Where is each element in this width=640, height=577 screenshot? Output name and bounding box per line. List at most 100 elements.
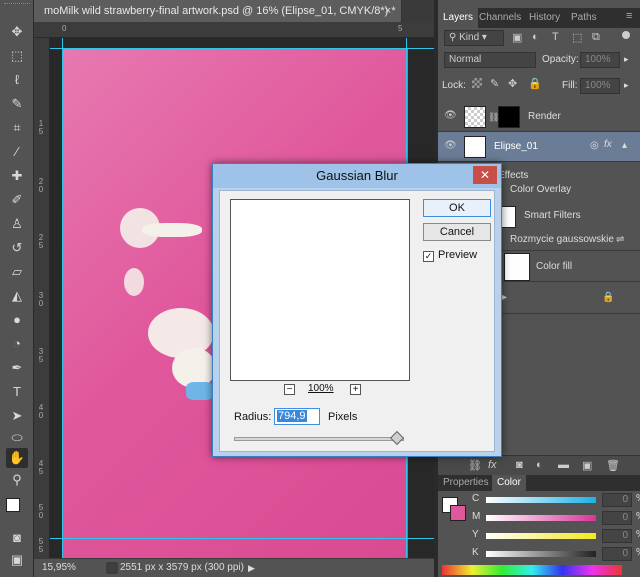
- group-arrow-icon[interactable]: ▸: [502, 292, 507, 303]
- lock-all-icon[interactable]: 🔒: [528, 77, 542, 90]
- tab-layers[interactable]: Layers: [438, 8, 479, 28]
- quick-mask-icon[interactable]: ◙: [6, 528, 28, 548]
- cancel-button[interactable]: Cancel: [423, 223, 491, 241]
- status-arrow-icon[interactable]: ▶: [248, 559, 255, 577]
- move-tool-icon[interactable]: ✥: [6, 22, 28, 42]
- vertical-ruler[interactable]: 1 5 2 0 2 5 3 0 3 5 4 0 4 5 5 0 5 5: [34, 38, 50, 558]
- filter-options-icon[interactable]: ⇌: [616, 228, 624, 252]
- brush-tool-icon[interactable]: ✐: [6, 190, 28, 210]
- opacity-dropdown-icon[interactable]: ▸: [624, 54, 629, 65]
- fill-input[interactable]: 100%: [580, 78, 620, 94]
- layers-footer: ⛓ fx ◙ ◐ ▬ ▣ 🗑: [438, 455, 640, 475]
- stamp-tool-icon[interactable]: ♙: [6, 214, 28, 234]
- panel-menu-icon[interactable]: ≡: [626, 10, 632, 22]
- pen-tool-icon[interactable]: ✒: [6, 358, 28, 378]
- zoom-tool-icon[interactable]: ⚲: [6, 470, 28, 490]
- path-select-tool-icon[interactable]: ➤: [6, 406, 28, 426]
- cyan-value-input[interactable]: 0: [602, 493, 632, 507]
- new-layer-icon[interactable]: ▣: [582, 459, 592, 472]
- filter-shape-icon[interactable]: ⬚: [572, 31, 582, 44]
- radius-slider-thumb[interactable]: [389, 430, 405, 446]
- zoom-level[interactable]: 15,95%: [42, 559, 76, 577]
- adjustment-layer-icon[interactable]: ◐: [536, 459, 543, 471]
- link-layers-icon[interactable]: ⛓: [468, 459, 482, 472]
- document-tab[interactable]: moMilk wild strawberry-final artwork.psd…: [34, 0, 402, 22]
- tab-paths[interactable]: Paths: [566, 8, 602, 28]
- marquee-tool-icon[interactable]: ⬚: [6, 46, 28, 66]
- collapse-arrow-icon[interactable]: ▴: [622, 140, 627, 151]
- quick-select-tool-icon[interactable]: ✎: [6, 94, 28, 114]
- zoom-out-button[interactable]: −: [284, 384, 295, 395]
- tab-history[interactable]: History: [524, 8, 565, 28]
- radius-slider-track[interactable]: [234, 437, 404, 441]
- color-spectrum-ramp[interactable]: [442, 565, 622, 575]
- lock-position-icon[interactable]: ✥: [508, 77, 517, 90]
- add-style-icon[interactable]: fx: [488, 459, 497, 471]
- lock-transparency-icon[interactable]: [472, 78, 482, 88]
- history-brush-tool-icon[interactable]: ↺: [6, 238, 28, 258]
- screen-mode-icon[interactable]: ▣: [6, 550, 28, 570]
- layer-mask-thumbnail[interactable]: [498, 106, 520, 128]
- layer-row-selected[interactable]: 👁 Elipse_01 ◎ fx ▴: [438, 132, 640, 162]
- lock-pixels-icon[interactable]: ✎: [490, 77, 499, 90]
- dodge-tool-icon[interactable]: ◔: [6, 334, 28, 354]
- black-slider[interactable]: [486, 551, 596, 557]
- tab-properties[interactable]: Properties: [438, 475, 494, 491]
- zoom-in-button[interactable]: +: [350, 384, 361, 395]
- preview-checkbox[interactable]: ✓: [423, 251, 434, 262]
- healing-tool-icon[interactable]: ✚: [6, 166, 28, 186]
- shape-tool-icon[interactable]: ⬭: [6, 428, 28, 448]
- background-color-swatch[interactable]: [450, 505, 466, 521]
- fx-icon[interactable]: fx: [604, 139, 612, 150]
- preview-zoom-value: 100%: [308, 383, 334, 394]
- gradient-tool-icon[interactable]: ◭: [6, 286, 28, 306]
- radius-input[interactable]: 794,9: [274, 408, 320, 425]
- yellow-slider[interactable]: [486, 533, 596, 539]
- hand-tool-icon[interactable]: ✋: [6, 448, 28, 468]
- layer-filter-select[interactable]: ⚲ Kind ▾: [444, 30, 504, 46]
- yellow-value-input[interactable]: 0: [602, 529, 632, 543]
- horizontal-ruler[interactable]: 0 5: [34, 22, 434, 38]
- blend-mode-select[interactable]: Normal: [444, 52, 536, 68]
- dialog-title[interactable]: Gaussian Blur: [213, 164, 501, 188]
- eraser-tool-icon[interactable]: ▱: [6, 262, 28, 282]
- foreground-color-swatch[interactable]: [6, 498, 20, 512]
- magenta-slider[interactable]: [486, 515, 596, 521]
- ruler-label: 5: [398, 24, 403, 33]
- filter-preview-window[interactable]: [230, 199, 410, 381]
- add-mask-icon[interactable]: ◙: [516, 459, 523, 471]
- fill-dropdown-icon[interactable]: ▸: [624, 80, 629, 91]
- magenta-value-input[interactable]: 0: [602, 511, 632, 525]
- filter-type-icon[interactable]: T: [552, 31, 559, 43]
- opacity-input[interactable]: 100%: [580, 52, 620, 68]
- close-icon[interactable]: ✕: [473, 166, 497, 184]
- crop-tool-icon[interactable]: ⌗: [6, 118, 28, 138]
- guide-line[interactable]: [50, 48, 434, 49]
- blur-tool-icon[interactable]: ●: [6, 310, 28, 330]
- layer-name: Render: [528, 111, 561, 122]
- visibility-eye-icon[interactable]: 👁: [444, 110, 457, 121]
- guide-line[interactable]: [50, 538, 434, 539]
- close-document-icon[interactable]: ×: [385, 0, 391, 22]
- lasso-tool-icon[interactable]: ℓ: [6, 70, 28, 90]
- filter-name-label: Rozmycie gaussowskie: [510, 234, 614, 245]
- eyedropper-tool-icon[interactable]: ⁄: [6, 142, 28, 162]
- visibility-eye-icon[interactable]: 👁: [444, 140, 457, 151]
- tab-color[interactable]: Color: [492, 475, 526, 491]
- filter-smart-object-icon[interactable]: ⧉: [592, 31, 600, 44]
- gaussian-blur-dialog: Gaussian Blur ✕ OK Cancel ✓ Preview − 10…: [212, 163, 502, 457]
- ok-button[interactable]: OK: [423, 199, 491, 217]
- trash-icon[interactable]: 🗑: [606, 459, 620, 472]
- cyan-slider[interactable]: [486, 497, 596, 503]
- guide-line[interactable]: [62, 38, 63, 558]
- tab-channels[interactable]: Channels: [474, 8, 526, 28]
- new-group-icon[interactable]: ▬: [558, 459, 569, 471]
- channel-label: K: [472, 547, 479, 558]
- filter-pixel-icon[interactable]: ▣: [512, 31, 522, 44]
- black-value-input[interactable]: 0: [602, 547, 632, 561]
- filter-adjustment-icon[interactable]: ◐: [532, 31, 539, 43]
- type-tool-icon[interactable]: T: [6, 382, 28, 402]
- filter-toggle-icon[interactable]: [622, 31, 630, 39]
- layer-row[interactable]: 👁 ⛓ Render: [438, 102, 640, 132]
- toolbar-grip[interactable]: [4, 3, 30, 15]
